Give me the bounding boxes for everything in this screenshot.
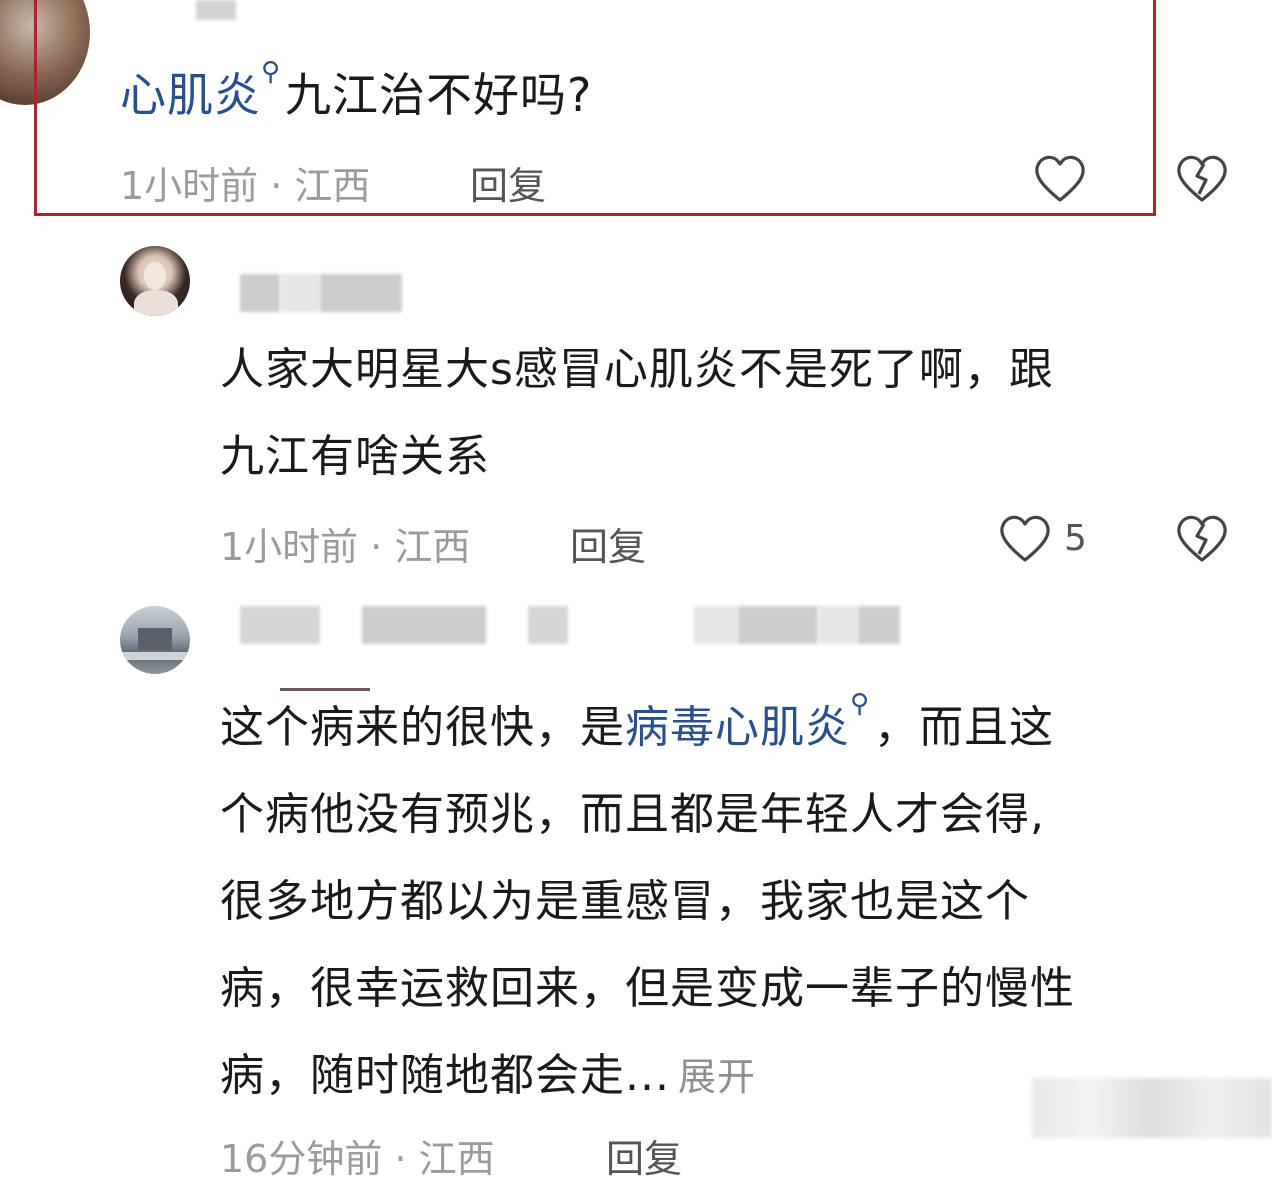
reply-button[interactable]: 回复 <box>470 155 546 210</box>
username-blurred <box>858 606 900 644</box>
comment-text-line: 病，很幸运救回来，但是变成一辈子的慢性 <box>220 963 1075 1014</box>
topic-link[interactable]: 病毒心肌炎 <box>625 702 850 753</box>
search-icon: ⚲ <box>850 689 871 719</box>
avatar[interactable] <box>120 246 190 316</box>
comment-text-line: 九江有啥关系 <box>220 431 490 482</box>
avatar-road <box>120 652 190 660</box>
username-blurred <box>738 606 818 644</box>
username-blurred <box>694 606 738 644</box>
username-blurred <box>240 606 320 644</box>
like-count: 5 <box>1064 518 1087 559</box>
comment-text: 心肌炎⚲九江治不好吗? <box>120 52 592 139</box>
username-blurred <box>280 274 320 312</box>
comment-text-line: 很多地方都以为是重感冒，我家也是这个 <box>220 876 1030 927</box>
avatar-building <box>138 628 172 650</box>
comment-text-line: 这个病来的很快，是病毒心肌炎⚲，而且这 <box>220 684 1054 771</box>
watermark <box>1032 1078 1272 1138</box>
comment-text-line: 病，随时随地都会走... 展开 <box>220 1032 756 1121</box>
username-blurred <box>362 606 486 644</box>
dislike-icon[interactable] <box>1174 512 1230 564</box>
comment-meta: 16分钟前 · 江西 <box>220 1137 495 1181</box>
search-icon: ⚲ <box>261 57 282 87</box>
avatar-body <box>134 290 178 316</box>
topic-link[interactable]: 心肌炎 <box>120 68 261 122</box>
dislike-icon[interactable] <box>1174 152 1230 204</box>
comment-text-part: 这个病来的很快，是 <box>220 702 625 753</box>
expand-button[interactable]: 展开 <box>678 1055 756 1099</box>
reply-button[interactable]: 回复 <box>606 1128 682 1183</box>
comment-meta: 1小时前 · 江西 <box>220 525 471 569</box>
comment-text-part: ，而且这 <box>874 702 1055 753</box>
like-icon[interactable] <box>1032 152 1088 204</box>
comment-text-line: 人家大明星大s感冒心肌炎不是死了啊，跟 <box>220 344 1054 395</box>
comment-text-line: 个病他没有预兆，而且都是年轻人才会得, <box>220 789 1045 840</box>
comment-text-rest: 九江治不好吗? <box>285 68 593 122</box>
avatar-face <box>144 262 166 290</box>
avatar[interactable] <box>120 606 190 674</box>
username-blurred <box>818 606 858 644</box>
like-icon[interactable] <box>997 512 1053 564</box>
reply-button[interactable]: 回复 <box>570 516 646 571</box>
comment-text-part: 病，随时随地都会走... <box>220 1050 670 1101</box>
username-blurred <box>320 274 402 312</box>
comment-meta: 1小时前 · 江西 <box>120 164 371 208</box>
username-blurred <box>528 606 568 644</box>
username-blurred <box>240 274 280 312</box>
